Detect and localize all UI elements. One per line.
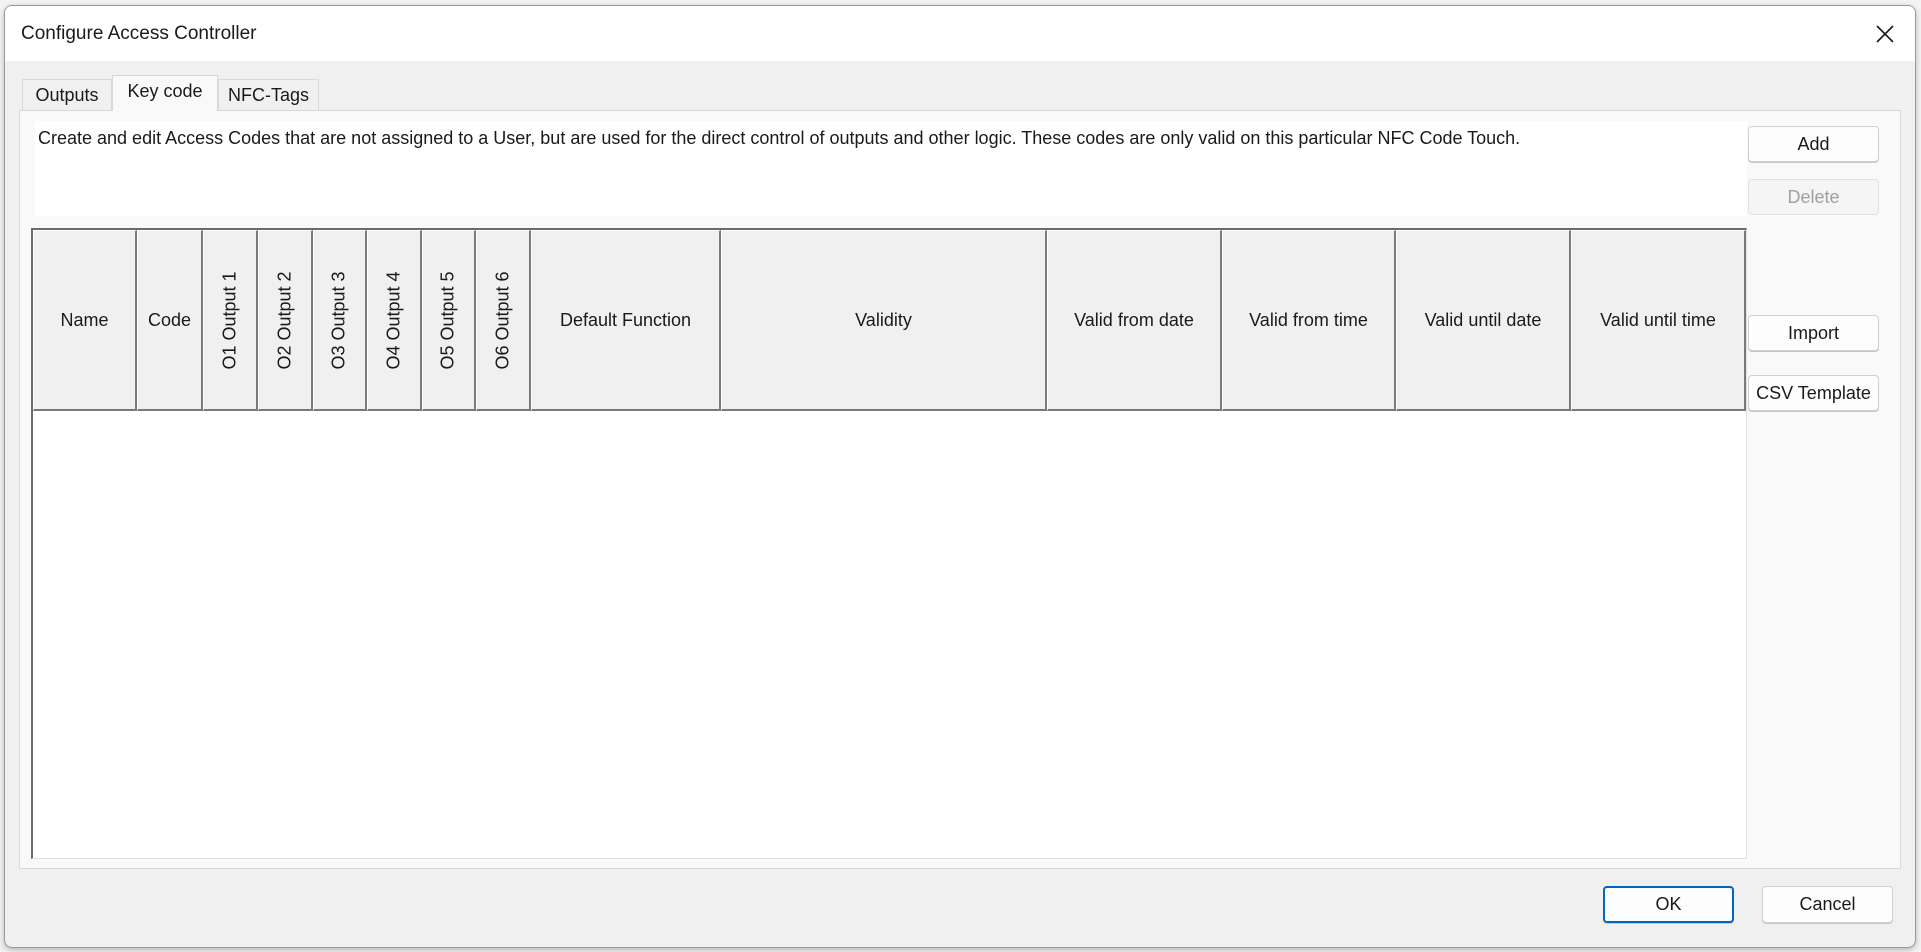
configure-access-controller-dialog: Configure Access Controller Outputs Key …: [4, 5, 1916, 948]
column-header-valid-until-date[interactable]: Valid until date: [1396, 230, 1571, 411]
import-button[interactable]: Import: [1748, 315, 1879, 351]
csv-template-button[interactable]: CSV Template: [1748, 375, 1879, 411]
column-header-output-5[interactable]: O5 Output 5: [422, 230, 476, 411]
key-code-panel: Create and edit Access Codes that are no…: [19, 110, 1901, 869]
column-header-valid-until-time[interactable]: Valid until time: [1571, 230, 1746, 411]
access-codes-table[interactable]: Name Code O1 Output 1 O2 Output 2 O3 Out…: [31, 228, 1747, 859]
column-header-default-function[interactable]: Default Function: [531, 230, 721, 411]
column-header-output-4[interactable]: O4 Output 4: [367, 230, 422, 411]
table-header-row: Name Code O1 Output 1 O2 Output 2 O3 Out…: [33, 230, 1746, 411]
column-header-code[interactable]: Code: [137, 230, 203, 411]
column-header-name[interactable]: Name: [33, 230, 137, 411]
column-header-output-3[interactable]: O3 Output 3: [313, 230, 367, 411]
add-button[interactable]: Add: [1748, 126, 1879, 162]
cancel-button[interactable]: Cancel: [1762, 886, 1893, 923]
description-text: Create and edit Access Codes that are no…: [35, 121, 1747, 216]
column-header-valid-from-date[interactable]: Valid from date: [1047, 230, 1222, 411]
column-header-validity[interactable]: Validity: [721, 230, 1047, 411]
dialog-title: Configure Access Controller: [21, 23, 257, 44]
tab-outputs[interactable]: Outputs: [22, 79, 112, 110]
tab-key-code[interactable]: Key code: [112, 75, 218, 111]
close-icon: [1876, 24, 1894, 43]
title-bar: Configure Access Controller: [5, 6, 1915, 61]
column-header-output-2[interactable]: O2 Output 2: [258, 230, 313, 411]
close-button[interactable]: [1855, 6, 1915, 61]
column-header-output-1[interactable]: O1 Output 1: [203, 230, 258, 411]
tab-nfc-tags[interactable]: NFC-Tags: [218, 79, 319, 110]
delete-button[interactable]: Delete: [1748, 179, 1879, 215]
column-header-output-6[interactable]: O6 Output 6: [476, 230, 531, 411]
ok-button[interactable]: OK: [1603, 886, 1734, 923]
column-header-valid-from-time[interactable]: Valid from time: [1222, 230, 1396, 411]
